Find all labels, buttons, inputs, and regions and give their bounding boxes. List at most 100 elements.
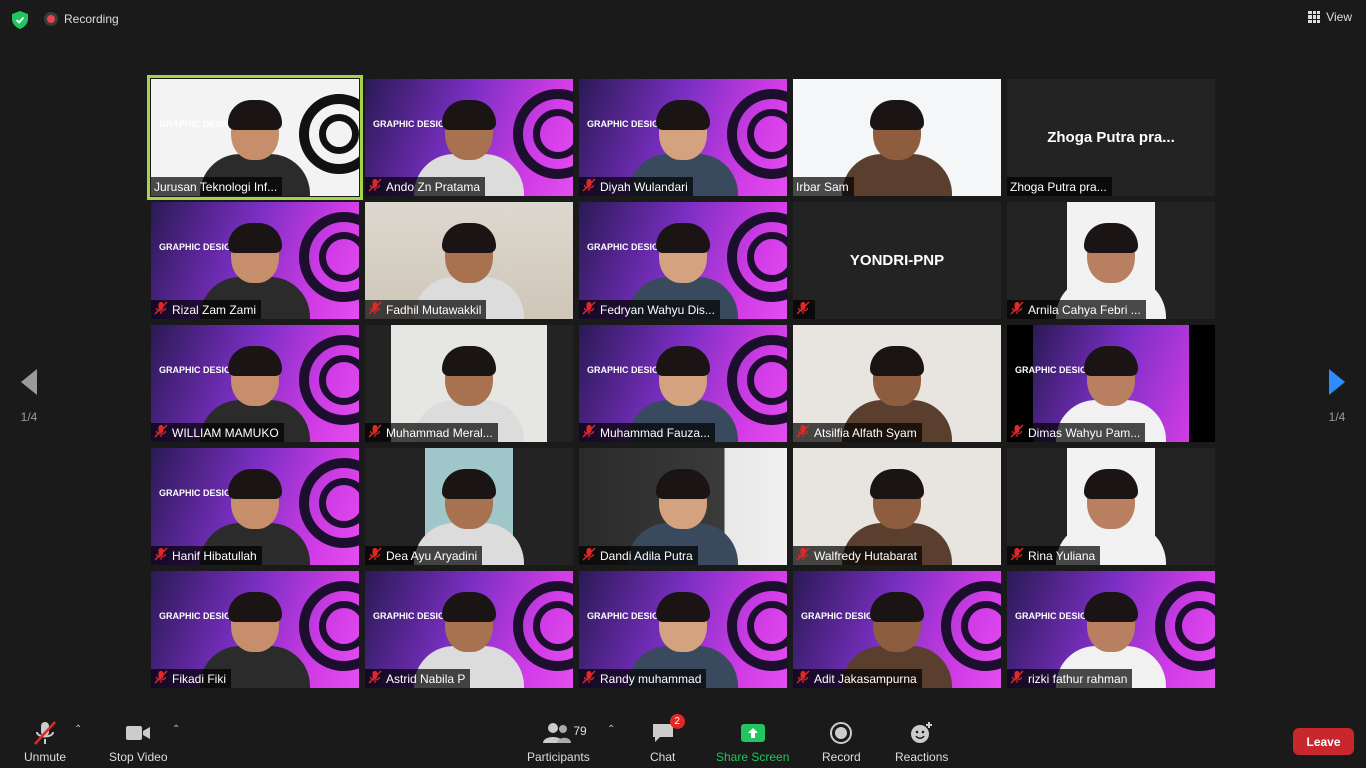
grid-view-icon bbox=[1308, 11, 1321, 23]
audio-options-caret[interactable]: ⌃ bbox=[74, 724, 82, 735]
record-button[interactable]: Record bbox=[822, 720, 861, 764]
participant-name-label: Jurusan Teknologi Inf... bbox=[151, 177, 283, 196]
participant-name: Randy muhammad bbox=[600, 671, 702, 686]
participant-name-label: Rina Yuliana bbox=[1007, 546, 1101, 565]
participant-tile[interactable]: GRAPHIC DESIGNER Dimas Wahyu Pam... bbox=[1007, 325, 1215, 442]
participant-name-label: Adit Jakasampurna bbox=[793, 669, 922, 688]
participant-name: Dandi Adila Putra bbox=[600, 548, 693, 563]
page-indicator-left: 1/4 bbox=[20, 410, 38, 424]
share-screen-button[interactable]: Share Screen bbox=[716, 720, 789, 764]
participant-tile[interactable]: Irbar Sam bbox=[793, 79, 1001, 196]
participant-tile[interactable]: Arnila Cahya Febri ... bbox=[1007, 202, 1215, 319]
share-screen-icon bbox=[740, 720, 766, 746]
muted-mic-icon bbox=[1010, 301, 1024, 318]
leave-button[interactable]: Leave bbox=[1293, 728, 1354, 755]
participant-name: Adit Jakasampurna bbox=[814, 671, 917, 686]
muted-mic-icon bbox=[32, 720, 58, 746]
participant-tile[interactable]: GRAPHIC DESIGNER Adit Jakasampurna bbox=[793, 571, 1001, 688]
participant-name-label: Muhammad Meral... bbox=[365, 423, 498, 442]
video-camera-icon bbox=[125, 720, 151, 746]
stop-video-button[interactable]: Stop Video bbox=[109, 720, 168, 764]
participant-name: Astrid Nabila P bbox=[386, 671, 466, 686]
participant-name-label: Dimas Wahyu Pam... bbox=[1007, 423, 1146, 442]
participant-name-label: Randy muhammad bbox=[579, 669, 707, 688]
unmute-label: Unmute bbox=[24, 750, 67, 764]
participant-tile[interactable]: GRAPHIC DESIGNER Jurusan Teknologi Inf... bbox=[147, 75, 363, 200]
participant-tile[interactable]: GRAPHIC DESIGNER Diyah Wulandari bbox=[579, 79, 787, 196]
muted-mic-icon bbox=[582, 178, 596, 195]
recording-dot-icon bbox=[44, 12, 58, 26]
participant-name: Fadhil Mutawakkil bbox=[386, 302, 482, 317]
next-page-button[interactable]: 1/4 bbox=[1322, 368, 1352, 424]
chat-button[interactable]: 2 Chat bbox=[650, 714, 685, 764]
participant-display-name: YONDRI-PNP bbox=[849, 252, 945, 269]
participant-name-label: Diyah Wulandari bbox=[579, 177, 693, 196]
participant-tile[interactable]: GRAPHIC DESIGNER Fikadi Fiki bbox=[151, 571, 359, 688]
muted-mic-icon bbox=[368, 178, 382, 195]
arrow-right-icon bbox=[1329, 369, 1345, 395]
unmute-button[interactable]: Unmute bbox=[24, 720, 66, 764]
previous-page-button[interactable]: 1/4 bbox=[14, 368, 44, 424]
recording-indicator[interactable]: Recording bbox=[44, 12, 119, 26]
record-icon bbox=[830, 720, 853, 746]
muted-mic-icon bbox=[368, 424, 382, 441]
participant-tile[interactable]: Muhammad Meral... bbox=[365, 325, 573, 442]
participant-name: WILLIAM MAMUKO bbox=[172, 425, 279, 440]
page-indicator-right: 1/4 bbox=[1328, 410, 1346, 424]
muted-mic-icon bbox=[1010, 547, 1024, 564]
muted-mic-icon bbox=[582, 670, 596, 687]
participant-name: Diyah Wulandari bbox=[600, 179, 688, 194]
muted-mic-icon bbox=[582, 424, 596, 441]
muted-mic-icon bbox=[368, 670, 382, 687]
participant-tile[interactable]: Walfredy Hutabarat bbox=[793, 448, 1001, 565]
participant-name-label: Dandi Adila Putra bbox=[579, 546, 698, 565]
participant-tile[interactable]: GRAPHIC DESIGNER Randy muhammad bbox=[579, 571, 787, 688]
view-button[interactable]: View bbox=[1308, 10, 1352, 24]
participant-name-label: rizki fathur rahman bbox=[1007, 669, 1133, 688]
participant-name: Muhammad Meral... bbox=[386, 425, 493, 440]
chat-badge: 2 bbox=[669, 714, 685, 729]
record-label: Record bbox=[822, 750, 861, 764]
participant-video-figure bbox=[842, 100, 952, 196]
participant-name: Zhoga Putra pra... bbox=[1010, 179, 1107, 194]
participant-tile[interactable]: Atsilfia Alfath Syam bbox=[793, 325, 1001, 442]
participant-tile[interactable]: GRAPHIC DESIGNER Fedryan Wahyu Dis... bbox=[579, 202, 787, 319]
muted-mic-icon bbox=[1010, 670, 1024, 687]
chat-icon: 2 bbox=[651, 714, 685, 746]
participant-name-label: Fadhil Mutawakkil bbox=[365, 300, 487, 319]
participant-name-label: Dea Ayu Aryadini bbox=[365, 546, 483, 565]
participant-tile[interactable]: Dea Ayu Aryadini bbox=[365, 448, 573, 565]
participant-tile[interactable]: YONDRI-PNP YONDRI-PNP bbox=[793, 202, 1001, 319]
reactions-button[interactable]: Reactions bbox=[895, 720, 948, 764]
participant-name: Dea Ayu Aryadini bbox=[386, 548, 478, 563]
participant-tile[interactable]: Fadhil Mutawakkil bbox=[365, 202, 573, 319]
participant-name-label: Walfredy Hutabarat bbox=[793, 546, 922, 565]
security-shield-icon[interactable] bbox=[12, 11, 28, 29]
top-bar: Recording View bbox=[0, 0, 1366, 40]
participant-tile[interactable]: GRAPHIC DESIGNER Ando Zn Pratama bbox=[365, 79, 573, 196]
participant-name-label: Irbar Sam bbox=[793, 177, 854, 196]
muted-mic-icon bbox=[796, 301, 810, 318]
reactions-icon bbox=[910, 720, 934, 746]
participant-tile[interactable]: GRAPHIC DESIGNER Muhammad Fauza... bbox=[579, 325, 787, 442]
participant-name: Walfredy Hutabarat bbox=[814, 548, 917, 563]
participants-options-caret[interactable]: ⌃ bbox=[607, 724, 615, 735]
video-options-caret[interactable]: ⌃ bbox=[172, 724, 180, 735]
participant-name: Jurusan Teknologi Inf... bbox=[154, 179, 278, 194]
participant-tile[interactable]: Rina Yuliana bbox=[1007, 448, 1215, 565]
participant-tile[interactable]: GRAPHIC DESIGNER Astrid Nabila P bbox=[365, 571, 573, 688]
muted-mic-icon bbox=[154, 670, 168, 687]
share-screen-label: Share Screen bbox=[716, 750, 790, 764]
muted-mic-icon bbox=[368, 547, 382, 564]
muted-mic-icon bbox=[154, 301, 168, 318]
participant-tile[interactable]: Dandi Adila Putra bbox=[579, 448, 787, 565]
participant-tile[interactable]: Zhoga Putra pra... Zhoga Putra pra... bbox=[1007, 79, 1215, 196]
participant-tile[interactable]: GRAPHIC DESIGNER Hanif Hibatullah bbox=[151, 448, 359, 565]
muted-mic-icon bbox=[1010, 424, 1024, 441]
muted-mic-icon bbox=[796, 547, 810, 564]
participants-button[interactable]: 79 Participants bbox=[527, 720, 590, 764]
participant-tile[interactable]: GRAPHIC DESIGNER rizki fathur rahman bbox=[1007, 571, 1215, 688]
participant-tile[interactable]: GRAPHIC DESIGNER WILLIAM MAMUKO bbox=[151, 325, 359, 442]
participant-name: Muhammad Fauza... bbox=[600, 425, 711, 440]
participant-tile[interactable]: GRAPHIC DESIGNER Rizal Zam Zami bbox=[151, 202, 359, 319]
